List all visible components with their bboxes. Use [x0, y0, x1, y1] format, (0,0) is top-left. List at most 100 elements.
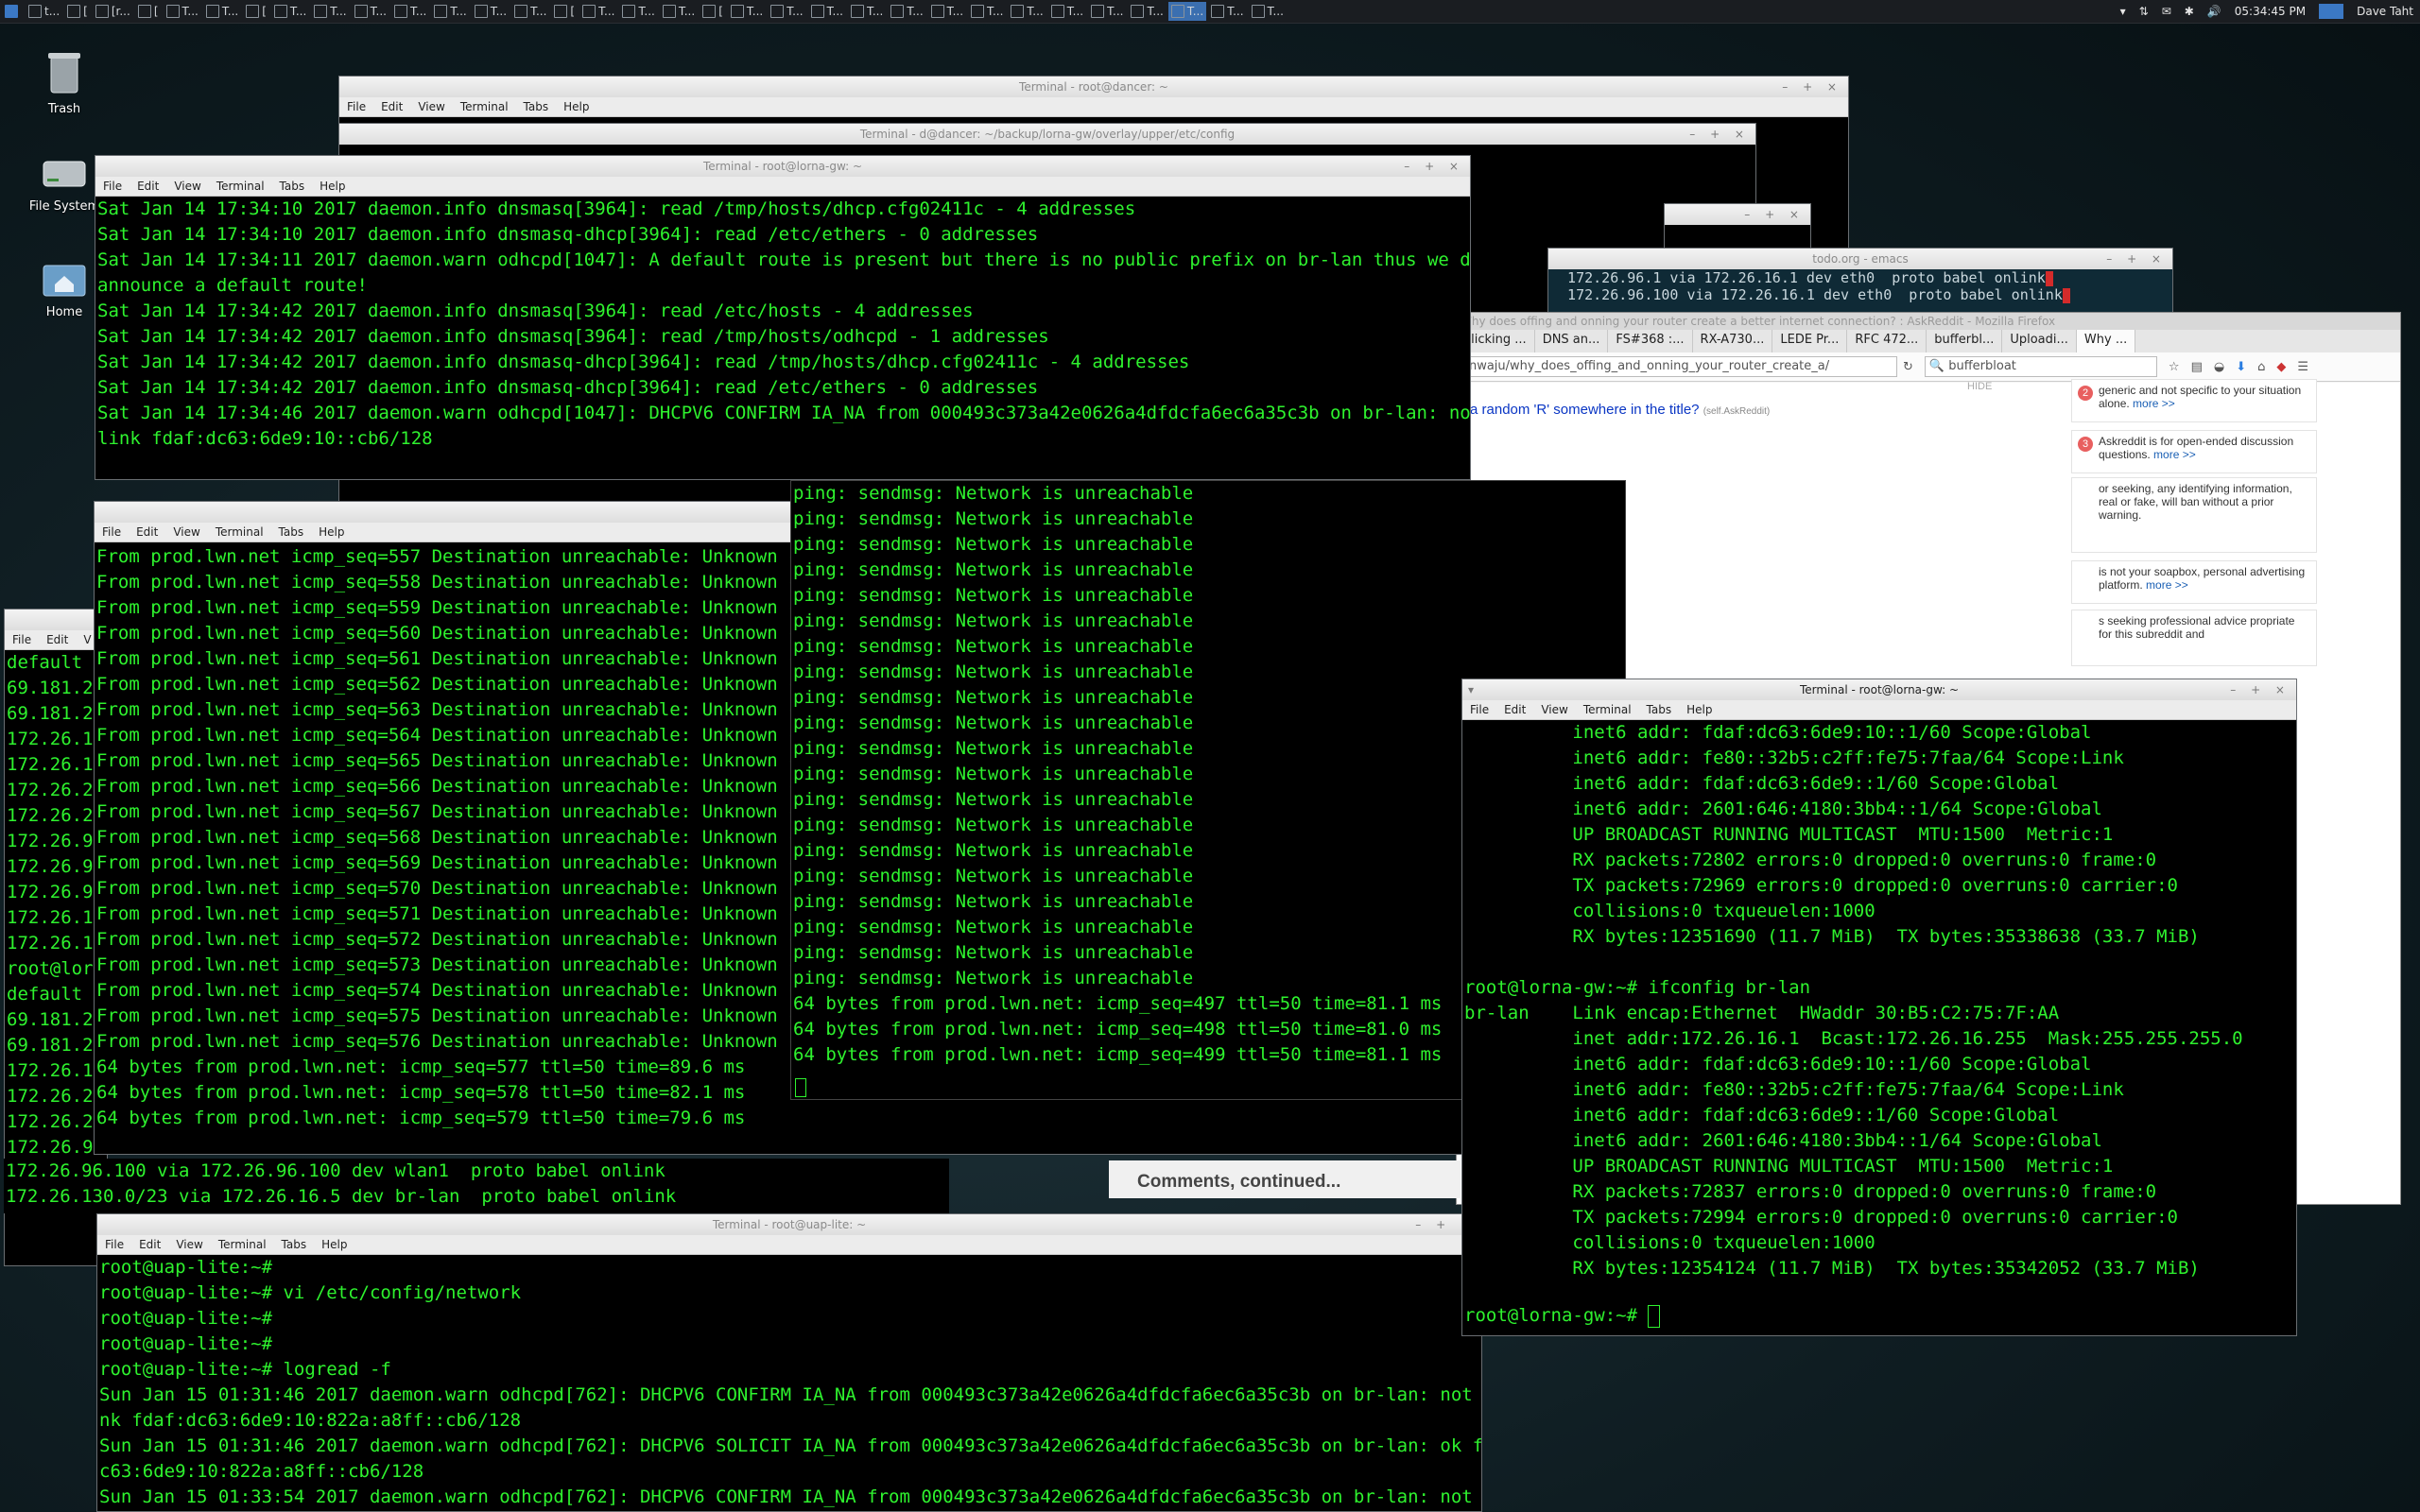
taskbar-item[interactable]: T...	[311, 2, 349, 21]
terminal-window-routes-tail[interactable]: 172.26.96.100 via 172.26.96.100 dev wlan…	[4, 1159, 949, 1213]
menu-terminal[interactable]: Terminal	[1576, 703, 1639, 716]
post-title[interactable]: a random 'R' somewhere in the title? (se…	[1470, 402, 1770, 418]
menu-tabs[interactable]: Tabs	[274, 1238, 315, 1251]
window-controls[interactable]: – + ×	[2106, 249, 2167, 269]
addon-icon[interactable]: ◆	[2276, 360, 2286, 374]
pocket-icon[interactable]: ◒	[2214, 360, 2224, 374]
taskbar-item[interactable]: T...	[431, 2, 469, 21]
menu-help[interactable]: Help	[314, 1238, 354, 1251]
download-icon[interactable]: ⬇	[2236, 360, 2246, 374]
menu-file[interactable]: File	[95, 525, 129, 539]
window-controls[interactable]: – + ×	[1404, 156, 1464, 177]
user-name[interactable]: Dave Taht	[2357, 5, 2413, 18]
taskbar-item[interactable]: T...	[928, 2, 966, 21]
more-link[interactable]: more >>	[2133, 397, 2175, 410]
home-icon[interactable]: ⌂	[2257, 360, 2265, 374]
menu-file[interactable]: File	[1462, 703, 1496, 716]
taskbar-item[interactable]: T...	[1008, 2, 1046, 21]
menu-file[interactable]: File	[5, 633, 39, 646]
browser-tab[interactable]: DNS an...	[1535, 330, 1609, 352]
taskbar-item[interactable]: T...	[511, 2, 549, 21]
window-titlebar[interactable]: Terminal - root@lorna-gw: ~ – + ×	[95, 156, 1470, 177]
taskbar-item[interactable]: T...	[1167, 2, 1207, 21]
browser-tab[interactable]: bufferbl...	[1927, 330, 2003, 352]
menu-edit[interactable]: Edit	[39, 633, 76, 646]
menu-tabs[interactable]: Tabs	[516, 100, 557, 113]
browser-tab[interactable]: FS#368 :...	[1608, 330, 1693, 352]
taskbar-item[interactable]: t...	[26, 2, 62, 21]
menu-terminal[interactable]: Terminal	[209, 180, 272, 193]
desktop-icon-trash[interactable]: Trash	[17, 49, 112, 116]
window-titlebar[interactable]: – + ×	[1665, 204, 1810, 225]
browser-tab[interactable]: LEDE Pr...	[1772, 330, 1848, 352]
volume-icon[interactable]: 🔊	[2207, 5, 2221, 18]
taskbar-item[interactable]: [	[700, 2, 726, 21]
browser-tab[interactable]: RX-A730...	[1693, 330, 1773, 352]
search-input[interactable]: 🔍 bufferbloat	[1924, 356, 2157, 377]
star-icon[interactable]: ☆	[2169, 360, 2180, 374]
taskbar-item[interactable]: T...	[472, 2, 510, 21]
taskbar-item[interactable]: [	[64, 2, 91, 21]
terminal-output[interactable]: default 69.181.2 69.181.2 172.26.1 172.26.1 1…	[5, 650, 107, 1186]
taskbar-item[interactable]: [	[551, 2, 578, 21]
app-menu-icon[interactable]	[2, 2, 24, 21]
window-titlebar[interactable]: ▾ Terminal - root@lorna-gw: ~ – + ×	[1462, 679, 2296, 700]
taskbar-item[interactable]: T...	[808, 2, 846, 21]
terminal-output[interactable]: Sat Jan 14 17:34:10 2017 daemon.info dns…	[95, 197, 1470, 452]
terminal-prompt-line[interactable]: root@lorna-gw:~#	[1462, 1303, 1662, 1329]
browser-tab[interactable]: Uploadi...	[2002, 330, 2077, 352]
more-link[interactable]: more >>	[2146, 578, 2188, 592]
taskbar-item[interactable]: T...	[888, 2, 925, 21]
taskbar-item[interactable]: T...	[768, 2, 805, 21]
menu-help[interactable]: Help	[311, 525, 352, 539]
bookmarks-icon[interactable]: ▤	[2191, 360, 2203, 374]
terminal-output[interactable]: root@uap-lite:~# root@uap-lite:~# vi /etc…	[97, 1255, 1481, 1510]
taskbar-item[interactable]: T...	[1208, 2, 1246, 21]
menu-view[interactable]: View	[1533, 703, 1575, 716]
hide-link[interactable]: HIDE	[1967, 381, 1992, 392]
window-controls[interactable]: – + ×	[1744, 204, 1805, 225]
menu-terminal[interactable]: Terminal	[453, 100, 516, 113]
terminal-window-uap-lite[interactable]: Terminal - root@uap-lite: ~ – + × File Edi…	[96, 1213, 1482, 1512]
menu-terminal[interactable]: Terminal	[208, 525, 271, 539]
taskbar-item[interactable]: [r...	[93, 2, 133, 21]
terminal-output[interactable]: 172.26.96.100 via 172.26.96.100 dev wlan…	[4, 1159, 949, 1210]
window-titlebar[interactable]	[5, 610, 107, 630]
window-controls[interactable]: – + ×	[1689, 124, 1750, 145]
menu-terminal[interactable]: Terminal	[211, 1238, 274, 1251]
menu-file[interactable]: File	[95, 180, 130, 193]
menu-tabs[interactable]: Tabs	[272, 180, 313, 193]
menu-file[interactable]: File	[97, 1238, 131, 1251]
mail-icon[interactable]: ✉	[2162, 5, 2171, 18]
comments-continued[interactable]: Comments, continued...	[1109, 1160, 1461, 1198]
menu-edit[interactable]: Edit	[130, 180, 166, 193]
menu-edit[interactable]: Edit	[1496, 703, 1533, 716]
window-controls[interactable]: – + ×	[1782, 77, 1842, 97]
menu-file[interactable]: File	[339, 100, 373, 113]
menu-edit[interactable]: Edit	[129, 525, 165, 539]
taskbar-item[interactable]: T...	[1249, 2, 1287, 21]
window-titlebar[interactable]: Terminal - d@dancer: ~/backup/lorna-gw/o…	[339, 124, 1755, 145]
terminal-window-lorna-log[interactable]: Terminal - root@lorna-gw: ~ – + × File Edi…	[95, 155, 1471, 480]
window-titlebar[interactable]: Terminal - root@dancer: ~ – + ×	[339, 77, 1848, 97]
window-menu-icon[interactable]: ▾	[1468, 679, 1474, 700]
taskbar-item[interactable]: T...	[391, 2, 429, 21]
taskbar-item[interactable]: T...	[619, 2, 657, 21]
taskbar-item[interactable]: T...	[848, 2, 886, 21]
taskbar-item[interactable]: T...	[728, 2, 766, 21]
window-titlebar[interactable]: todo.org - emacs – + ×	[1548, 249, 2172, 269]
browser-tab[interactable]: RFC 472...	[1847, 330, 1927, 352]
hamburger-menu-icon[interactable]: ☰	[2297, 360, 2308, 374]
clock[interactable]: 05:34:45 PM	[2235, 5, 2306, 18]
menu-edit[interactable]: Edit	[131, 1238, 168, 1251]
taskbar-item[interactable]: T...	[352, 2, 389, 21]
taskbar-item[interactable]: [	[135, 2, 162, 21]
taskbar-item[interactable]: T...	[660, 2, 698, 21]
browser-tab[interactable]: Why ...	[2076, 330, 2136, 352]
taskbar-item[interactable]: T...	[1128, 2, 1166, 21]
menu-help[interactable]: Help	[556, 100, 596, 113]
menu-help[interactable]: Help	[1679, 703, 1720, 716]
menu-help[interactable]: Help	[312, 180, 353, 193]
chevron-down-icon[interactable]: ▾	[2120, 5, 2126, 18]
menu-tabs[interactable]: Tabs	[1639, 703, 1680, 716]
